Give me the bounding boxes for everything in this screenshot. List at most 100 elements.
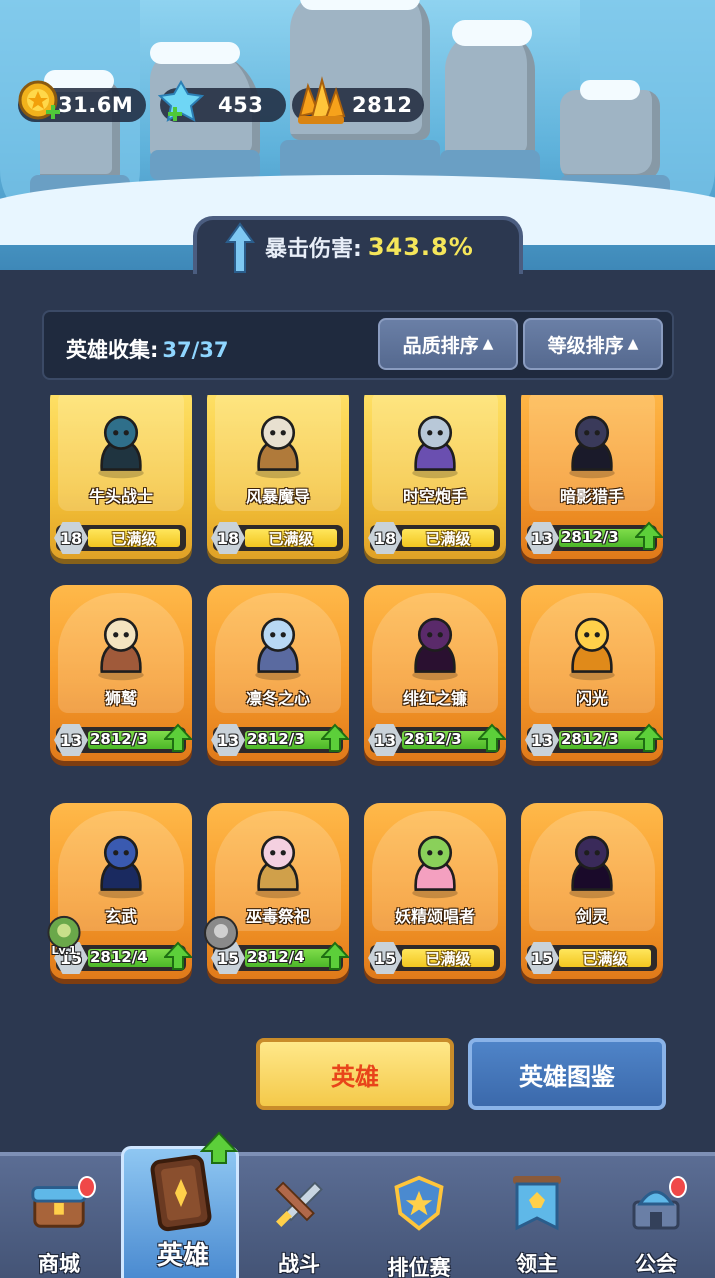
hero-portrait-icon <box>400 825 470 905</box>
hero-card[interactable]: 牛头战士 已满级 18 <box>50 395 192 565</box>
hero-codex-button[interactable]: 英雄图鉴 <box>468 1038 666 1110</box>
crit-damage-value: 343.8% <box>367 233 474 261</box>
upgrade-arrow-icon <box>164 941 192 970</box>
hero-name: 暗影猎手 <box>559 487 624 506</box>
hero-level-bar: 已满级 18 <box>368 522 500 554</box>
hero-level-bar: 已满级 18 <box>54 522 186 554</box>
hero-level-bar: 2812/3 13 <box>54 723 192 756</box>
nav-ranked[interactable]: 排位赛 <box>360 1156 478 1278</box>
hero-level-badge: 18 <box>54 522 88 554</box>
max-level-label: 已满级 <box>245 529 337 548</box>
hero-portrait-icon <box>400 607 470 687</box>
gold-coin-icon <box>18 80 64 126</box>
bottom-nav: 商城 英雄 战斗 排位赛 领主 公会 <box>0 1131 715 1278</box>
hero-name: 妖精颂唱者 <box>394 907 475 926</box>
max-level-label: 已满级 <box>88 529 180 548</box>
max-level-label: 已满级 <box>559 949 651 968</box>
nav-heroes[interactable]: 英雄 <box>121 1131 239 1278</box>
hero-portrait-icon <box>557 405 627 485</box>
max-level-label: 已满级 <box>402 529 494 548</box>
hero-level-badge: 13 <box>211 724 245 756</box>
nav-guild[interactable]: 公会 <box>597 1156 715 1278</box>
collection-label: 英雄收集: 37/37 <box>66 338 229 362</box>
hero-level-bar: 2812/3 13 <box>368 723 506 756</box>
hero-card-icon <box>146 1154 216 1232</box>
hero-portrait-icon <box>400 405 470 485</box>
hero-level-bar: 已满级 15 <box>525 942 657 974</box>
hero-card[interactable]: 妖精颂唱者 已满级 15 <box>364 803 506 985</box>
upgrade-arrow-icon <box>321 941 349 970</box>
upgrade-arrow-icon <box>635 723 663 752</box>
upgrade-arrow-icon <box>635 521 663 550</box>
upgrade-arrow-icon <box>478 723 506 752</box>
hero-card[interactable]: 狮鹫 2812/3 13 <box>50 585 192 767</box>
hero-card[interactable]: 巫毒祭祀 2812/4 15 <box>204 803 349 985</box>
hero-card[interactable]: 玄武 2812/4 15 Lv.1 <box>47 803 192 985</box>
hero-portrait-icon <box>243 607 313 687</box>
hero-name: 剑灵 <box>575 907 608 926</box>
hero-card[interactable]: 风暴魔导 已满级 18 <box>207 395 349 565</box>
gold-currency[interactable]: 31.6M <box>18 80 146 124</box>
up-arrow-icon <box>225 222 255 273</box>
gem-currency[interactable]: 453 <box>158 80 286 124</box>
hero-grid: 牛头战士 已满级 18 风暴魔导 已满级 18 时空炮手 已满级 18 暗影猎手… <box>0 395 715 1015</box>
hero-portrait-icon <box>557 607 627 687</box>
hero-name: 时空炮手 <box>402 487 467 506</box>
hero-level-bar: 2812/3 13 <box>525 723 663 756</box>
hero-level-bar: 2812/3 13 <box>525 521 663 554</box>
hero-card[interactable]: 暗影猎手 2812/3 13 <box>521 395 663 565</box>
collection-bar: 英雄收集: 37/37 品质排序 ▲ 等级排序 ▲ <box>42 310 674 380</box>
hero-name: 牛头战士 <box>88 487 153 506</box>
orange-crystal-icon <box>292 76 348 130</box>
hero-level-badge: 18 <box>211 522 245 554</box>
lord-assigned-badge <box>199 913 243 957</box>
hero-portrait-icon <box>243 405 313 485</box>
sort-level-button[interactable]: 等级排序 ▲ <box>523 318 663 370</box>
hero-level-bar: 已满级 15 <box>368 942 500 974</box>
hero-card[interactable]: 时空炮手 已满级 18 <box>364 395 506 565</box>
hero-level-badge: 13 <box>368 724 402 756</box>
lord-portrait-icon <box>204 916 238 950</box>
sort-quality-button[interactable]: 品质排序 ▲ <box>378 318 518 370</box>
notification-dot <box>78 1176 96 1198</box>
hero-level-badge: 13 <box>525 522 559 554</box>
hero-card[interactable]: 绯红之镰 2812/3 13 <box>364 585 506 767</box>
hero-name: 风暴魔导 <box>245 487 310 506</box>
nav-battle[interactable]: 战斗 <box>240 1156 358 1278</box>
hero-card[interactable]: 剑灵 已满级 15 <box>521 803 663 985</box>
nav-lord[interactable]: 领主 <box>478 1156 596 1278</box>
hero-portrait-icon <box>243 825 313 905</box>
nav-shop[interactable]: 商城 <box>0 1156 118 1278</box>
gold-amount: 31.6M <box>58 93 134 117</box>
crystal-amount: 2812 <box>352 93 413 117</box>
upgrade-arrow-icon <box>200 1131 238 1164</box>
ranked-shield-icon <box>389 1174 449 1234</box>
lord-banner-icon <box>507 1174 567 1234</box>
crit-damage-banner: 暴击伤害: 343.8% <box>193 216 523 274</box>
crossed-swords-icon <box>269 1174 329 1234</box>
blue-gem-icon <box>158 80 204 126</box>
upgrade-arrow-icon <box>321 723 349 752</box>
lord-assigned-badge: Lv.1 <box>42 913 86 957</box>
hero-level-bar: 已满级 18 <box>211 522 343 554</box>
hero-portrait-icon <box>86 405 156 485</box>
hero-level-badge: 18 <box>368 522 402 554</box>
hero-card[interactable]: 闪光 2812/3 13 <box>521 585 663 767</box>
hero-card[interactable]: 凛冬之心 2812/3 13 <box>207 585 349 767</box>
crit-damage-label: 暴击伤害: <box>265 237 362 262</box>
crystal-currency: 2812 <box>292 76 424 124</box>
hero-portrait-icon <box>86 607 156 687</box>
hero-level-badge: 13 <box>525 724 559 756</box>
heroes-tab-button[interactable]: 英雄 <box>256 1038 454 1110</box>
max-level-label: 已满级 <box>402 949 494 968</box>
hero-name: 绯红之镰 <box>402 689 467 708</box>
gem-amount: 453 <box>218 93 264 117</box>
sort-asc-icon: ▲ <box>627 336 639 352</box>
collection-count: 37/37 <box>162 338 229 362</box>
hero-level-badge: 13 <box>54 724 88 756</box>
hero-name: 狮鹫 <box>104 689 137 708</box>
hero-portrait-icon <box>86 825 156 905</box>
hero-level-badge: 15 <box>525 942 559 974</box>
notification-dot <box>669 1176 687 1198</box>
hero-name: 凛冬之心 <box>245 689 310 708</box>
